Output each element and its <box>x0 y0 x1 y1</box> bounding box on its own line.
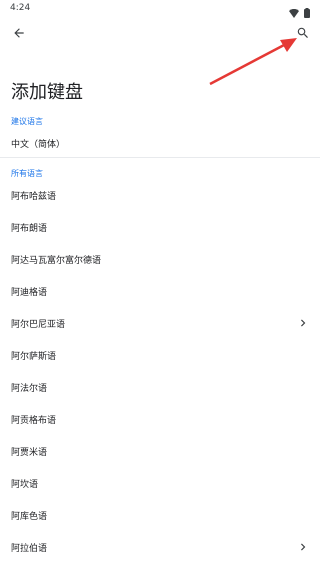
list-item[interactable]: 阿布朗语 <box>0 212 320 242</box>
status-time: 4:24 <box>10 3 31 13</box>
list-item-label: 阿达马瓦富尔富尔德语 <box>11 256 102 266</box>
list-item-label: 阿库色语 <box>11 512 48 522</box>
list-item-label: 阿贡格布语 <box>11 416 57 426</box>
list-item[interactable]: 阿迪格语 <box>0 276 320 306</box>
list-item[interactable]: 阿库色语 <box>0 500 320 530</box>
search-button[interactable] <box>292 23 314 45</box>
status-bar: 4:24 <box>0 0 320 18</box>
list-item-chinese-simplified[interactable]: 中文（简体） <box>0 128 320 158</box>
back-button[interactable] <box>8 23 30 45</box>
list-item[interactable]: 阿坎语 <box>0 468 320 498</box>
list-item[interactable]: 阿贡格布语 <box>0 404 320 434</box>
chevron-right-icon <box>296 539 310 553</box>
page-title: 添加键盘 <box>11 82 83 103</box>
list-item-label: 阿贾米语 <box>11 448 48 458</box>
list-item[interactable]: 阿拉伯语 <box>0 532 320 562</box>
list-item-label: 阿坎语 <box>11 480 39 490</box>
list-item-label: 阿法尔语 <box>11 384 48 394</box>
list-item[interactable]: 阿法尔语 <box>0 372 320 402</box>
section-label-suggested: 建议语言 <box>11 117 43 126</box>
divider <box>0 157 320 158</box>
list-item[interactable]: 阿尔巴尼亚语 <box>0 308 320 338</box>
search-icon <box>296 25 310 44</box>
list-item-label: 中文（简体） <box>11 140 66 150</box>
list-item[interactable]: 阿贾米语 <box>0 436 320 466</box>
section-label-all: 所有语言 <box>11 169 43 178</box>
list-item[interactable]: 阿布哈兹语 <box>0 180 320 210</box>
list-item-label: 阿尔萨斯语 <box>11 352 57 362</box>
app-bar <box>0 18 320 52</box>
arrow-left-icon <box>12 25 26 44</box>
list-item-label: 阿布哈兹语 <box>11 192 57 202</box>
chevron-right-icon <box>296 315 310 329</box>
list-item[interactable]: 阿尔萨斯语 <box>0 340 320 370</box>
list-item-label: 阿布朗语 <box>11 224 48 234</box>
list-item-label: 阿迪格语 <box>11 288 48 298</box>
list-item-label: 阿尔巴尼亚语 <box>11 320 66 330</box>
list-item-label: 阿拉伯语 <box>11 544 48 554</box>
list-item[interactable]: 阿达马瓦富尔富尔德语 <box>0 244 320 274</box>
